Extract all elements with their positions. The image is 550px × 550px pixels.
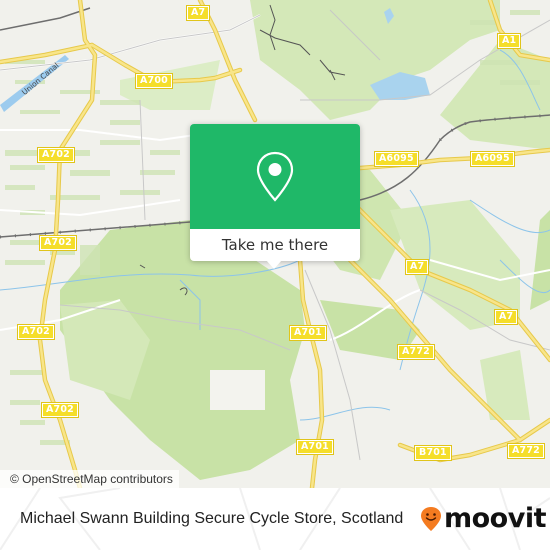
map[interactable]: A7 A1 A700 A702 A6095 A6095 A702 A7 A7 A… bbox=[0, 0, 550, 488]
footer: Michael Swann Building Secure Cycle Stor… bbox=[0, 488, 550, 550]
map-attribution[interactable]: © OpenStreetMap contributors bbox=[0, 470, 179, 488]
road-label-a772: A772 bbox=[397, 344, 435, 360]
popup-pointer bbox=[266, 260, 282, 269]
open-area bbox=[210, 370, 265, 410]
road-label-a702: A702 bbox=[17, 324, 55, 340]
location-pin-icon bbox=[256, 151, 294, 202]
open-area bbox=[440, 350, 480, 390]
moovit-smiley-pin-icon bbox=[421, 507, 441, 531]
road-label-a702: A702 bbox=[41, 402, 79, 418]
road-label-a1: A1 bbox=[496, 33, 522, 49]
road-label-a7: A7 bbox=[185, 5, 211, 21]
popup-header bbox=[190, 124, 360, 229]
road-label-a7: A7 bbox=[493, 309, 519, 325]
road-label-a700: A700 bbox=[135, 73, 173, 89]
moovit-logo[interactable]: moovit bbox=[420, 503, 547, 534]
road-label-a701: A701 bbox=[296, 439, 334, 455]
road-label-a702: A702 bbox=[37, 147, 75, 163]
place-title: Michael Swann Building Secure Cycle Stor… bbox=[20, 510, 404, 527]
location-popup: Take me there bbox=[190, 124, 360, 269]
road-label-a701: A701 bbox=[289, 325, 327, 341]
road-label-a772: A772 bbox=[507, 443, 545, 459]
road-label-a6095: A6095 bbox=[374, 151, 419, 167]
moovit-wordmark: moovit bbox=[444, 503, 547, 534]
road-label-a702: A702 bbox=[39, 235, 77, 251]
take-me-there-button[interactable]: Take me there bbox=[190, 229, 360, 261]
road-label-b701: B701 bbox=[414, 445, 452, 461]
road-label-a6095: A6095 bbox=[470, 151, 515, 167]
road-label-a7: A7 bbox=[404, 259, 430, 275]
